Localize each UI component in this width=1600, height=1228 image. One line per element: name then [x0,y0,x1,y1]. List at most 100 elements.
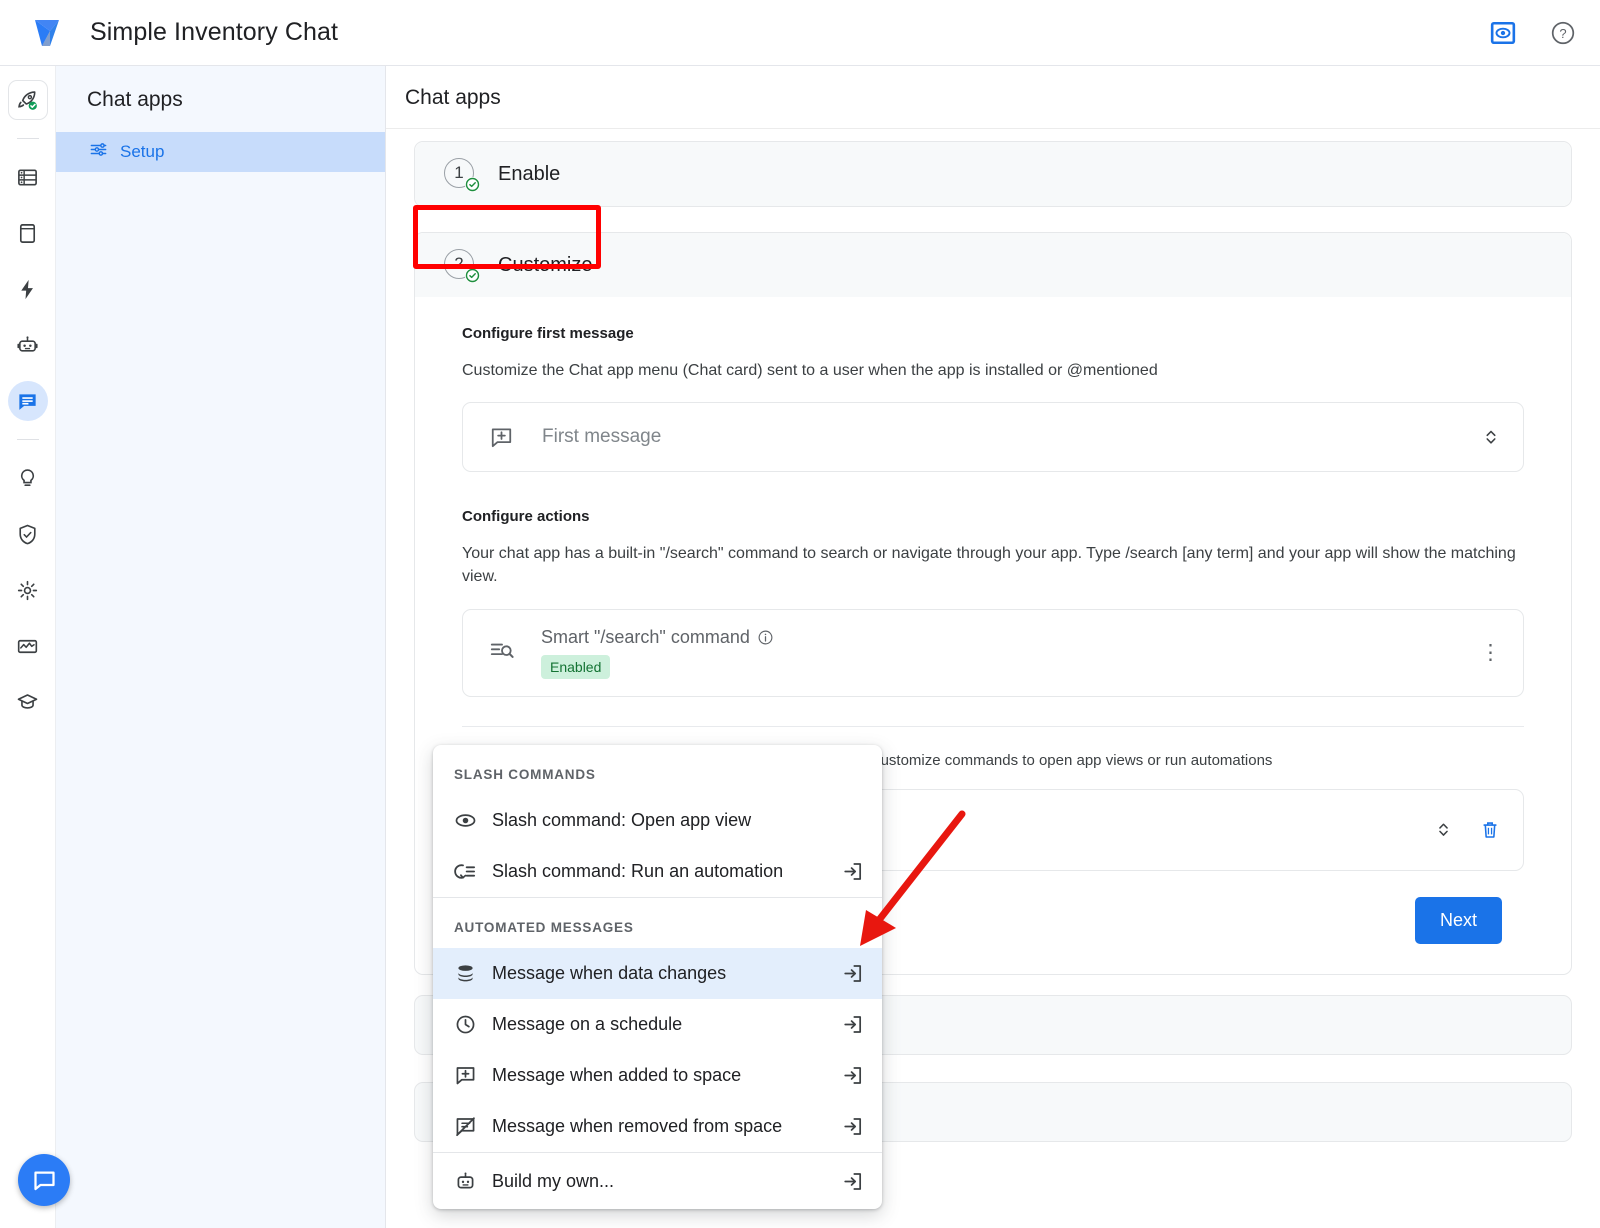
menu-item-label: Message when data changes [492,963,726,984]
step-header-enable[interactable]: 1 Enable [415,142,1571,206]
action-row-controls [1434,818,1501,841]
eye-view-icon [454,809,480,832]
run-automation-icon [454,860,480,883]
step-complete-check-icon [465,268,480,283]
step-header-customize[interactable]: 2 Customize [415,233,1571,297]
comment-plus-icon [454,1064,480,1087]
rocket-launch-icon [16,89,39,112]
lightbulb-icon [16,467,39,490]
section-title-actions: Configure actions [462,508,1524,525]
rail-item-learn[interactable] [8,682,48,722]
open-in-icon[interactable] [841,1115,864,1138]
help-circle-icon[interactable]: ? [1548,18,1578,48]
open-in-icon[interactable] [841,1064,864,1087]
open-in-icon[interactable] [841,860,864,883]
shield-security-icon [16,523,39,546]
rail-item-monitor[interactable] [8,626,48,666]
app-title: Simple Inventory Chat [90,18,338,47]
chat-bubble-icon [16,390,39,413]
device-app-icon [16,222,39,245]
section-divider [462,726,1524,727]
smart-search-title: Smart "/search" command [541,627,750,648]
rail-item-chat-apps[interactable] [8,381,48,421]
robot-build-icon [454,1170,480,1193]
step-number-badge: 1 [444,158,476,190]
comment-off-icon [454,1115,480,1138]
comment-plus-icon [489,425,514,450]
rail-divider-top [17,138,39,139]
step-label-customize: Customize [498,254,592,277]
section-desc-actions: Your chat app has a built-in "/search" c… [462,542,1524,588]
menu-item-message-when-removed-from-space[interactable]: Message when removed from space [433,1101,882,1152]
graduation-cap-icon [16,691,39,714]
step-card-enable: 1 Enable [414,141,1572,207]
preview-eye-icon[interactable] [1488,18,1518,48]
trash-delete-icon[interactable] [1479,819,1501,841]
step-complete-check-icon [465,177,480,192]
first-message-field[interactable]: First message [462,402,1524,472]
menu-item-label: Message on a schedule [492,1014,682,1035]
section-desc-first-message: Customize the Chat app menu (Chat card) … [462,359,1524,382]
left-panel: Chat apps Setup [56,66,386,1228]
left-panel-title: Chat apps [56,66,385,132]
clock-schedule-icon [454,1013,480,1036]
robot-agent-icon [16,334,39,357]
info-circle-icon[interactable] [757,627,774,648]
status-badge: Enabled [541,655,610,679]
rail-item-settings[interactable] [8,570,48,610]
menu-section-label-automated: AUTOMATED MESSAGES [433,898,882,948]
step-number-badge: 2 [444,249,476,281]
menu-item-message-when-data-changes[interactable]: Message when data changes [433,948,882,999]
rail-item-agents[interactable] [8,325,48,365]
rail-item-automation[interactable] [8,269,48,309]
monitor-analytics-icon [16,635,39,658]
lightning-automation-icon [16,278,39,301]
rail-item-data[interactable] [8,157,48,197]
appsheet-logo [26,12,68,54]
menu-item-label: Slash command: Run an automation [492,861,783,882]
first-message-controls [1481,425,1501,449]
rail-divider-bottom [17,439,39,440]
rail-item-intelligence[interactable] [8,458,48,498]
chat-support-icon [31,1167,58,1194]
add-action-dropdown-menu: SLASH COMMANDS Slash command: Open app v… [433,745,882,1209]
menu-item-message-when-added-to-space[interactable]: Message when added to space [433,1050,882,1101]
smart-search-command-card[interactable]: Smart "/search" command Enabled [462,609,1524,697]
open-in-icon[interactable] [841,962,864,985]
menu-item-label: Message when added to space [492,1065,741,1086]
menu-item-label: Build my own... [492,1171,614,1192]
rail-item-deploy[interactable] [8,80,48,120]
search-list-icon [489,637,515,668]
chat-support-fab[interactable] [18,1154,70,1206]
menu-item-open-app-view[interactable]: Slash command: Open app view [433,795,882,846]
more-vert-icon[interactable]: ⋮ [1480,650,1501,656]
smart-search-text: Smart "/search" command Enabled [541,627,774,679]
menu-item-message-on-schedule[interactable]: Message on a schedule [433,999,882,1050]
smart-search-title-row: Smart "/search" command [541,627,774,648]
step-label-enable: Enable [498,163,560,186]
open-in-icon[interactable] [841,1013,864,1036]
database-stack-icon [454,962,480,985]
top-bar: Simple Inventory Chat ? [0,0,1600,66]
sort-updown-icon[interactable] [1434,818,1453,841]
menu-item-build-my-own[interactable]: Build my own... [433,1153,882,1209]
menu-section-label-slash: SLASH COMMANDS [433,745,882,795]
sort-updown-icon[interactable] [1481,425,1501,449]
next-button[interactable]: Next [1415,897,1502,944]
tune-sliders-icon [89,140,108,164]
gear-settings-icon [16,579,39,602]
menu-item-label: Slash command: Open app view [492,810,751,831]
rail-item-security[interactable] [8,514,48,554]
open-in-icon[interactable] [841,1170,864,1193]
rail-item-app[interactable] [8,213,48,253]
page-title: Chat apps [386,66,1600,129]
first-message-label: First message [542,426,661,448]
icon-rail [0,66,56,1228]
app-root: Simple Inventory Chat ? [0,0,1600,1228]
sidebar-item-setup[interactable]: Setup [56,132,385,172]
sidebar-item-label: Setup [120,142,164,162]
menu-item-run-automation[interactable]: Slash command: Run an automation [433,846,882,897]
menu-item-label: Message when removed from space [492,1116,782,1137]
database-table-icon [16,166,39,189]
svg-text:?: ? [1559,25,1566,40]
